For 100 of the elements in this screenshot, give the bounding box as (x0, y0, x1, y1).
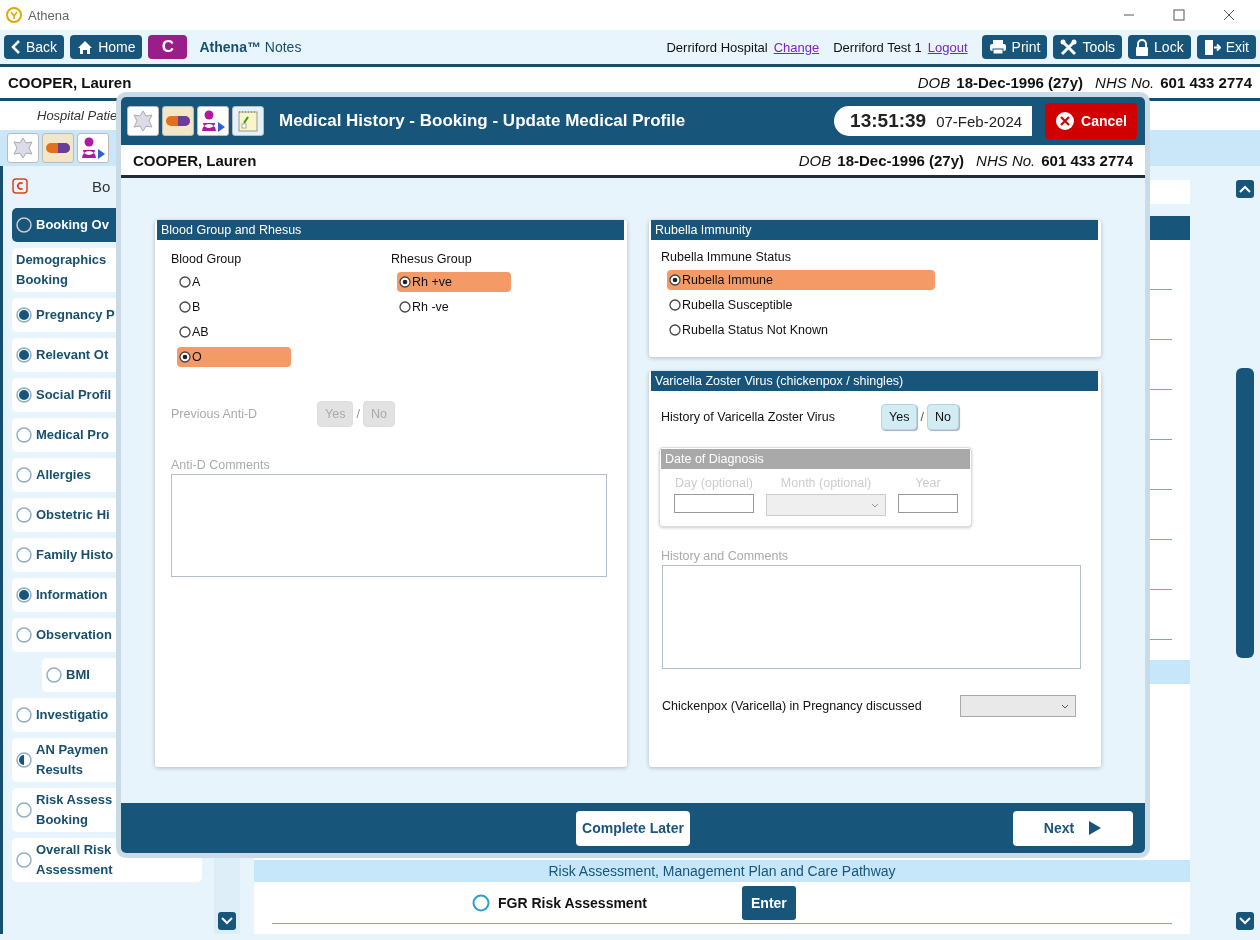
row-label: FGR Risk Assessment (498, 894, 648, 911)
yes-button[interactable]: Yes (881, 404, 918, 430)
scroll-down-button[interactable] (218, 912, 236, 930)
patient-name: COOPER, Lauren (8, 74, 133, 91)
lock-button[interactable]: Lock (1128, 35, 1191, 59)
radio-icon (179, 301, 191, 313)
play-arrow-icon (1088, 820, 1103, 836)
chevron-down-icon (1239, 917, 1251, 925)
maximize-icon (1173, 9, 1185, 21)
scrollbar-thumb[interactable] (1236, 368, 1254, 658)
field-label: Rhesus Group (391, 252, 473, 268)
radio-option[interactable]: O (177, 347, 291, 367)
sidebar-heading: Bo (92, 177, 111, 195)
cancel-button[interactable]: Cancel (1045, 103, 1137, 139)
star-tile[interactable] (127, 106, 159, 136)
clock-date: 07-Feb-2024 (936, 112, 1023, 130)
tools-button[interactable]: Tools (1053, 35, 1123, 59)
patient-subheader: Hospital Patie (37, 108, 118, 123)
radio-icon (179, 326, 191, 338)
dropdown[interactable] (960, 695, 1076, 717)
home-button[interactable]: Home (70, 35, 143, 59)
radio-icon (399, 276, 411, 288)
comments-field[interactable] (171, 474, 607, 577)
radio-option[interactable]: Rubella Status Not Known (667, 320, 935, 340)
nhs-label: NHS No. (1095, 74, 1155, 91)
radio-icon (669, 324, 681, 336)
radio-option[interactable]: Rubella Susceptible (667, 295, 935, 315)
section-title: Risk Assessment, Management Plan and Care Pathway (254, 860, 1190, 882)
radio-option[interactable]: Rh +ve (397, 272, 511, 292)
dialog-title: Medical History - Booking - Update Medical Profile (279, 111, 687, 131)
radio-icon (399, 301, 411, 313)
separator-text: / (920, 410, 924, 424)
scroll-up-button[interactable] (1236, 180, 1254, 198)
notes-badge-button[interactable]: C (148, 35, 188, 59)
person-arrow-icon (200, 109, 226, 133)
change-link[interactable]: Change (773, 39, 820, 55)
person-arrow-icon (80, 136, 106, 160)
field-label: Rubella Immune Status (661, 250, 792, 266)
pill-tile[interactable] (162, 106, 194, 136)
notepad-icon (236, 109, 260, 133)
app-logo-icon (6, 7, 22, 23)
tools-icon (1060, 38, 1078, 56)
no-button[interactable]: No (926, 404, 959, 430)
next-button[interactable]: Next (1013, 810, 1133, 846)
nhs-number: 601 433 2774 (1041, 151, 1133, 169)
chevron-down-icon (1061, 703, 1069, 709)
star-icon (11, 136, 35, 160)
clock-time: 13:51:39 (850, 110, 927, 132)
field-label: Chickenpox (Varicella) in Pregnancy discussed (662, 699, 923, 713)
radio-icon (669, 274, 681, 286)
close-icon (1223, 9, 1235, 21)
lock-icon (1135, 38, 1150, 56)
radio-icon (669, 299, 681, 311)
radio-option[interactable]: Rubella Immune (667, 270, 935, 290)
enter-button[interactable]: Enter (742, 885, 796, 920)
chevron-up-icon (1239, 185, 1251, 193)
date-panel-title: Date of Diagnosis (661, 449, 970, 469)
print-button[interactable]: Print (981, 35, 1048, 59)
star-tile[interactable] (7, 133, 39, 163)
home-icon (77, 39, 94, 55)
back-button[interactable]: Back (4, 35, 65, 59)
logout-link[interactable]: Logout (927, 39, 968, 55)
patient-name: COOPER, Lauren (133, 151, 258, 169)
notepad-tile[interactable] (232, 106, 264, 136)
pill-icon (165, 115, 191, 127)
chevron-down-icon (221, 917, 233, 925)
dob-label: DOB (917, 74, 951, 91)
dob-value: 18-Dec-1996 (27y) (837, 151, 965, 169)
dob-label: DOB (798, 151, 832, 169)
hospital-name: Derriford Hospital (666, 39, 768, 55)
scroll-down-button[interactable] (1236, 912, 1254, 930)
separator-text: / (356, 407, 360, 421)
comments-field[interactable] (662, 565, 1081, 669)
chevron-down-icon (871, 502, 879, 508)
field-label: History of Varicella Zoster Virus (661, 410, 836, 424)
card-title: Blood Group and Rhesus (157, 220, 624, 240)
close-circle-icon (1055, 111, 1076, 131)
card-title: Varicella Zoster Virus (chickenpox / shingles) (651, 371, 1098, 391)
year-input[interactable] (898, 494, 958, 513)
dob-value: 18-Dec-1996 (27y) (956, 74, 1084, 91)
exit-door-icon (1203, 38, 1221, 56)
pill-tile[interactable] (42, 133, 74, 163)
person-arrow-tile[interactable] (197, 106, 229, 136)
window-title: Athena (28, 7, 71, 23)
field-label: History and Comments (661, 549, 790, 563)
exit-button[interactable]: Exit (1196, 35, 1256, 59)
printer-icon (988, 39, 1007, 55)
person-arrow-tile[interactable] (77, 133, 109, 163)
complete-later-button[interactable]: Complete Later (576, 810, 690, 846)
card-title: Rubella Immunity (651, 220, 1098, 240)
nhs-label: NHS No. (976, 151, 1036, 169)
chevron-left-icon (11, 39, 21, 55)
nhs-number: 601 433 2774 (1160, 74, 1252, 91)
radio-icon (179, 351, 191, 363)
day-input[interactable] (674, 494, 754, 513)
radio-icon (472, 893, 490, 912)
c-icon (12, 178, 28, 194)
star-icon (131, 109, 155, 133)
radio-option[interactable]: Rh -ve (397, 297, 511, 317)
app-name: Athena™ Notes (199, 39, 302, 55)
